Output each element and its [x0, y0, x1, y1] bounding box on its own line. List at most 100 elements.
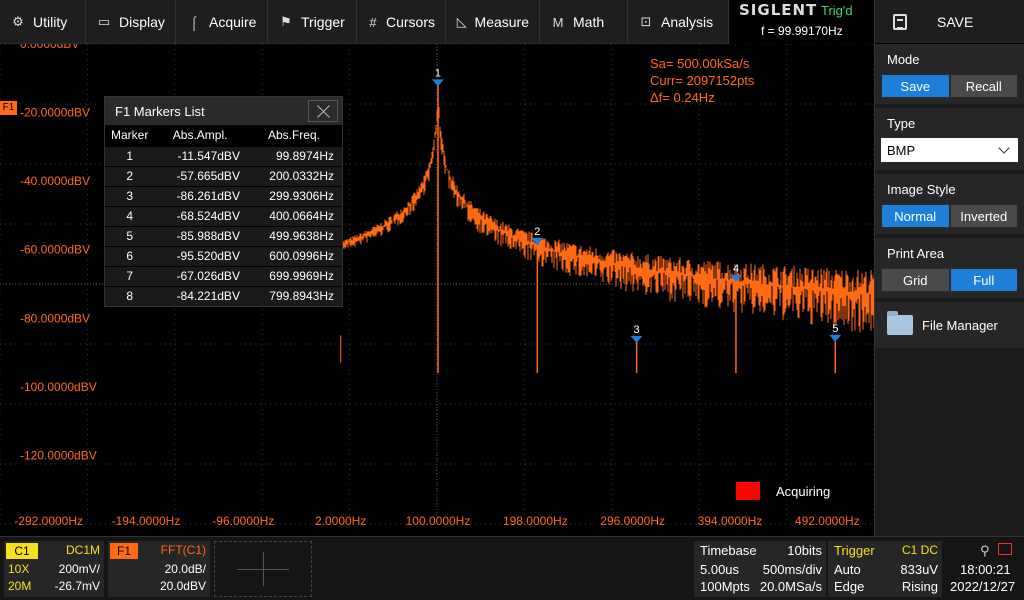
- marker-ampl: -84.221dBV: [154, 285, 246, 306]
- marker-ampl: -85.988dBV: [154, 225, 246, 246]
- network-icon: [998, 543, 1012, 555]
- save-button[interactable]: Save: [881, 74, 950, 98]
- marker-label: 5: [832, 323, 838, 335]
- analysis-icon: ⊡: [640, 14, 652, 29]
- menu-utility[interactable]: ⚙ Utility: [0, 0, 86, 44]
- markers-list-title: F1 Markers List: [115, 103, 205, 119]
- marker-id: 8: [105, 285, 155, 306]
- trigger-level: 833uV: [900, 562, 938, 577]
- marker-id: 1: [105, 145, 155, 166]
- marker-id: 5: [105, 225, 155, 246]
- file-manager-button[interactable]: File Manager: [875, 302, 1024, 348]
- add-channel-slot[interactable]: [214, 541, 312, 597]
- panel-title: SAVE: [937, 13, 974, 30]
- menu-display[interactable]: ▭ Display: [86, 0, 176, 44]
- trigger-box[interactable]: Trigger C1 DC Auto 833uV Edge Rising: [828, 541, 942, 597]
- marker-label: 2: [534, 226, 540, 238]
- close-icon[interactable]: [308, 100, 338, 122]
- marker-ampl: -11.547dBV: [154, 145, 246, 166]
- menu-label: Cursors: [385, 14, 435, 30]
- c1-bandwidth: 20M: [8, 579, 32, 593]
- usb-icon: ⚲: [980, 543, 990, 558]
- full-button[interactable]: Full: [949, 268, 1018, 292]
- file-manager-label: File Manager: [922, 317, 998, 333]
- trigger-type: Edge: [834, 579, 865, 594]
- marker-freq: 699.9969Hz: [245, 265, 342, 286]
- menu-label: Display: [119, 14, 165, 30]
- marker-id: 2: [105, 165, 155, 186]
- menu-label: Math: [573, 14, 605, 30]
- table-row: 4 -68.524dBV 400.0664Hz: [105, 205, 342, 226]
- delta-f: Δf= 0.24Hz: [650, 90, 715, 105]
- marker-label: 3: [633, 324, 639, 336]
- menu-label: Analysis: [661, 14, 714, 30]
- table-row: 7 -67.026dBV 699.9969Hz: [105, 265, 342, 286]
- column-header: Abs.Ampl.: [154, 125, 246, 146]
- marker-freq: 799.8943Hz: [245, 285, 342, 306]
- f1-source: FFT(C1): [160, 543, 206, 557]
- channel-c1-box[interactable]: C1 DC1M 10X 200mV/ 20M -26.7mV: [4, 541, 104, 597]
- marker-ampl: -95.520dBV: [154, 245, 246, 266]
- mode-label: Mode: [887, 52, 920, 67]
- inverted-button[interactable]: Inverted: [949, 204, 1018, 228]
- y-tick-label: -100.0000dBV: [20, 380, 97, 394]
- c1-probe: 10X: [8, 562, 30, 576]
- menu-math[interactable]: M Math: [540, 0, 628, 44]
- save-icon: [893, 13, 907, 30]
- marker-freq: 99.8974Hz: [245, 145, 342, 166]
- marker-5: [829, 334, 842, 342]
- menu-label: Measure: [474, 14, 529, 30]
- acquiring-label: Acquiring: [776, 483, 831, 499]
- table-row: 5 -85.988dBV 499.9638Hz: [105, 225, 342, 246]
- trigger-icon: ⚑: [280, 14, 292, 29]
- spectrum-trace: [340, 81, 874, 363]
- timebase-scale: 500ms/div: [762, 562, 822, 577]
- menu-label: Utility: [33, 14, 68, 30]
- acquiring-indicator: [736, 482, 760, 500]
- x-tick-label: 198.0000Hz: [503, 514, 568, 528]
- y-tick-label: -40.0000dBV: [20, 174, 90, 188]
- timebase-box[interactable]: Timebase 10bits 5.00us 500ms/div 100Mpts…: [694, 541, 826, 597]
- frequency-readout: f = 99.99170Hz: [761, 24, 843, 38]
- trigger-source: C1 DC: [901, 543, 938, 557]
- c1-coupling: DC1M: [65, 543, 100, 557]
- normal-button[interactable]: Normal: [881, 204, 950, 228]
- x-tick-label: 492.0000Hz: [795, 514, 860, 528]
- markers-table: Marker Abs.Ampl. Abs.Freq. 1 -11.547dBV 99…: [105, 125, 342, 306]
- menu-trigger[interactable]: ⚑ Trigger: [268, 0, 357, 44]
- measure-icon: ◺: [456, 14, 467, 29]
- marker-ampl: -86.261dBV: [154, 185, 246, 206]
- f1-tag: F1: [110, 543, 138, 559]
- marker-freq: 400.0664Hz: [245, 205, 342, 226]
- memory-depth: 100Mpts: [700, 579, 750, 594]
- image-style-section: Image Style Normal Inverted: [875, 174, 1024, 238]
- menu-measure[interactable]: ◺ Measure: [446, 0, 540, 44]
- markers-list-window[interactable]: F1 Markers List Marker Abs.Ampl. Abs.Fre…: [104, 96, 343, 307]
- save-panel: SAVE Mode Save Recall Type BMP Image Sty…: [874, 0, 1024, 536]
- marker-freq: 600.0996Hz: [245, 245, 342, 266]
- column-header: Abs.Freq.: [245, 125, 342, 146]
- x-tick-label: 100.0000Hz: [406, 514, 471, 528]
- grid-button[interactable]: Grid: [881, 268, 950, 292]
- marker-label: 1: [435, 67, 441, 79]
- table-row: 2 -57.665dBV 200.0332Hz: [105, 165, 342, 186]
- trigger-label: Trigger: [834, 543, 875, 558]
- top-menu-bar: ⚙ Utility ▭ Display ⌠ Acquire ⚑ Trigger # Cur…: [0, 0, 728, 44]
- folder-icon: [887, 311, 913, 335]
- type-section: Type BMP: [875, 108, 1024, 174]
- marker-ampl: -68.524dBV: [154, 205, 246, 226]
- column-header: Marker: [105, 125, 155, 146]
- clock-box: ⚲ 18:00:21 2022/12/27: [944, 541, 1024, 597]
- menu-cursors[interactable]: # Cursors: [357, 0, 446, 44]
- channel-f1-box[interactable]: F1 FFT(C1) 20.0dB/ 20.0dBV: [108, 541, 210, 597]
- recall-button[interactable]: Recall: [949, 74, 1018, 98]
- fft-plot[interactable]: 0.0000dBV -20.0000dBV -40.0000dBV -60.0000d…: [0, 44, 874, 536]
- markers-list-header: F1 Markers List: [105, 97, 342, 125]
- channel-tag: F1: [2, 102, 15, 113]
- channel-marker-f1[interactable]: F1: [0, 101, 17, 115]
- sample-rate-readout: 20.0MSa/s: [759, 579, 822, 594]
- type-select[interactable]: BMP: [881, 138, 1018, 162]
- menu-analysis[interactable]: ⊡ Analysis: [628, 0, 728, 44]
- menu-acquire[interactable]: ⌠ Acquire: [176, 0, 268, 44]
- save-header[interactable]: SAVE: [875, 0, 1024, 44]
